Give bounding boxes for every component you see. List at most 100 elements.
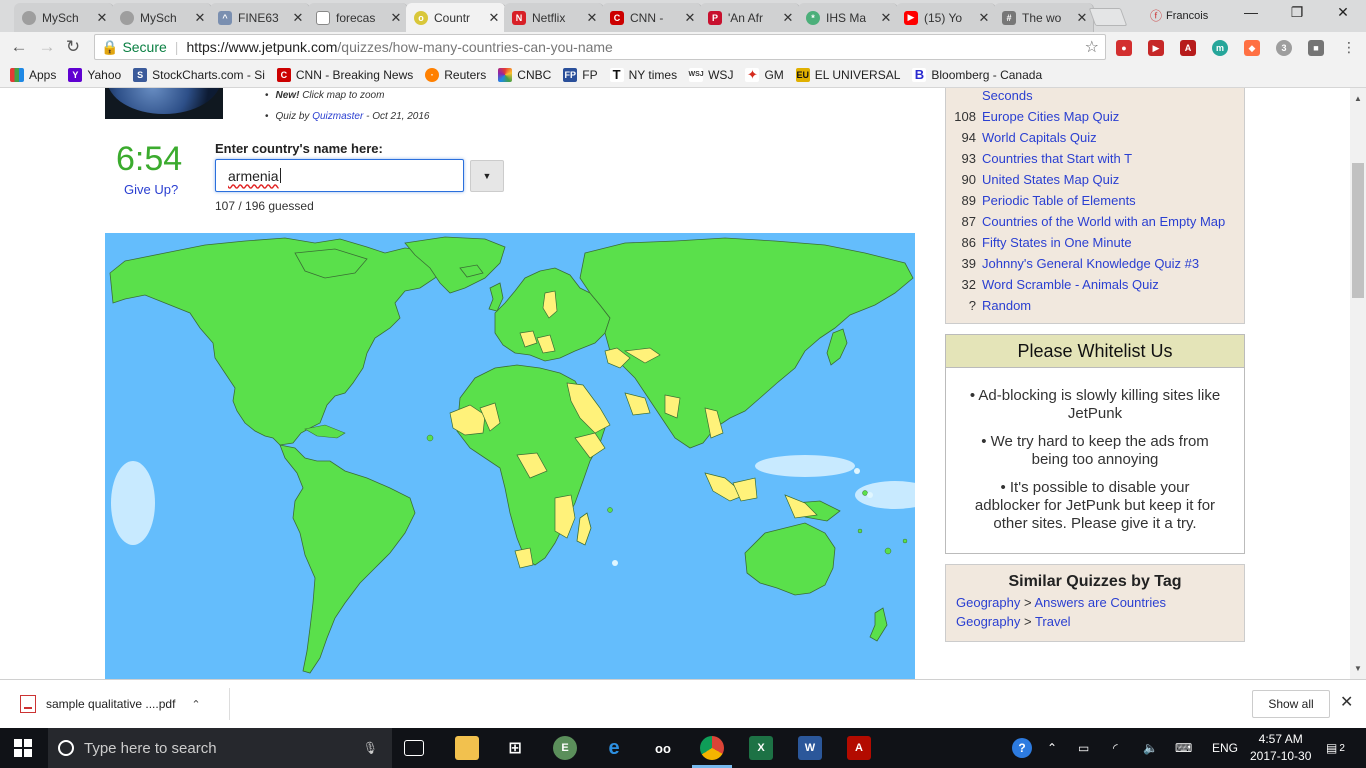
back-arrow-icon[interactable]: ← [8, 37, 30, 57]
popular-quiz-row[interactable]: 39 Johnny's General Knowledge Quiz #3 [946, 256, 1246, 277]
popular-quiz-row[interactable]: 32 Word Scramble - Animals Quiz [946, 277, 1246, 298]
minimize-button[interactable]: — [1228, 4, 1274, 26]
bookmark-eluniversal[interactable]: EU EL UNIVERSAL [795, 67, 900, 82]
scroll-up-arrow-icon[interactable]: ▲ [1354, 94, 1362, 103]
tripadvisor-icon[interactable]: oo [651, 736, 675, 760]
tray-chevron-up-icon[interactable]: ⌃ [1047, 728, 1057, 768]
windows-start-icon[interactable] [14, 739, 32, 760]
language-indicator[interactable]: ENG [1212, 728, 1238, 768]
microphone-icon[interactable]: 🎙 [363, 741, 378, 755]
bookmark-nytimes[interactable]: T NY times [609, 67, 677, 82]
browser-tab[interactable]: ^ FINE63 ✕ [210, 3, 310, 32]
random-quiz-row[interactable]: ? Random [946, 298, 1246, 319]
new-zealand-land[interactable] [869, 607, 888, 642]
browser-tab[interactable]: # The wo ✕ [994, 3, 1094, 32]
chevron-up-icon[interactable]: ⌃ [191, 698, 200, 711]
evernote-icon[interactable]: E [553, 736, 577, 760]
popular-quiz-row[interactable]: 90 United States Map Quiz [946, 172, 1246, 193]
edge-icon[interactable]: e [602, 736, 626, 760]
tag-link[interactable]: Geography [956, 595, 1020, 610]
extension-shield-icon[interactable]: ◆ [1244, 40, 1260, 56]
tab-close-icon[interactable]: ✕ [781, 10, 795, 26]
extension-play-icon[interactable]: ▶ [1148, 40, 1164, 56]
popular-quiz-row[interactable]: 87 Countries of the World with an Empty M… [946, 214, 1246, 235]
popular-quiz-row[interactable]: Seconds [946, 88, 1246, 109]
author-link[interactable]: Quizmaster [312, 111, 363, 122]
unguessed-country[interactable] [554, 494, 576, 539]
bookmark-reuters[interactable]: · Reuters [425, 67, 486, 82]
scroll-down-arrow-icon[interactable]: ▼ [1354, 664, 1362, 673]
world-map[interactable] [105, 233, 915, 679]
tab-close-icon[interactable]: ✕ [95, 10, 109, 26]
tab-close-icon[interactable]: ✕ [291, 10, 305, 26]
browser-tab[interactable]: ▶ (15) Yo ✕ [896, 3, 996, 32]
extension-m-icon[interactable]: m [1212, 40, 1228, 56]
file-explorer-icon[interactable] [455, 736, 479, 760]
battery-icon[interactable]: ▭ [1078, 728, 1089, 768]
bookmark-cnn[interactable]: C CNN - Breaking News [276, 67, 413, 82]
download-item[interactable]: sample qualitative ....pdf ⌃ [10, 688, 230, 720]
tab-close-icon[interactable]: ✕ [879, 10, 893, 26]
world-map-svg[interactable] [105, 233, 915, 679]
extension-puzzle-icon[interactable]: ■ [1308, 40, 1324, 56]
browser-tab[interactable]: * IHS Ma ✕ [798, 3, 898, 32]
browser-tab[interactable]: MySch ✕ [112, 3, 212, 32]
bookmark-star-icon[interactable]: ☆ [1085, 37, 1099, 57]
word-icon[interactable]: W [798, 736, 822, 760]
tab-close-icon[interactable]: ✕ [193, 10, 207, 26]
restore-button[interactable]: ❐ [1274, 4, 1320, 26]
japan-land[interactable] [826, 328, 848, 366]
bookmark-cnbc[interactable]: CNBC [498, 67, 551, 82]
wifi-icon[interactable]: ◜ [1113, 728, 1118, 768]
south-america-land[interactable] [279, 444, 416, 674]
browser-tab[interactable]: C CNN - ✕ [602, 3, 702, 32]
chrome-menu-icon[interactable]: ⋮ [1338, 37, 1360, 57]
secure-indicator[interactable]: 🔒 Secure [101, 39, 167, 56]
browser-tab[interactable]: forecas ✕ [308, 3, 408, 32]
tab-close-icon[interactable]: ✕ [977, 10, 991, 26]
taskbar-clock[interactable]: 4:57 AM 2017-10-30 [1250, 731, 1311, 765]
bookmark-gm[interactable]: ✦ GM [745, 67, 784, 82]
address-bar[interactable]: 🔒 Secure | https://www.jetpunk.com/quizze… [94, 34, 1106, 60]
store-icon[interactable]: ⊞ [503, 736, 527, 760]
new-tab-button[interactable] [1088, 8, 1128, 26]
scroll-thumb[interactable] [1352, 163, 1364, 298]
subtag-link[interactable]: Answers are Countries [1034, 595, 1166, 610]
asia-land[interactable] [579, 237, 914, 449]
answer-input[interactable]: armenia [215, 159, 464, 192]
chrome-icon[interactable] [700, 736, 724, 760]
bookmark-stockcharts[interactable]: S StockCharts.com - Si [133, 67, 265, 82]
extension-pdf-icon[interactable]: A [1180, 40, 1196, 56]
popular-quiz-row[interactable]: 93 Countries that Start with T [946, 151, 1246, 172]
volume-icon[interactable]: 🔈 [1143, 728, 1158, 768]
bookmark-wsj[interactable]: WSJ WSJ [689, 67, 733, 82]
popular-quiz-row[interactable]: 94 World Capitals Quiz [946, 130, 1246, 151]
tab-close-icon[interactable]: ✕ [683, 10, 697, 26]
reload-icon[interactable]: ↻ [62, 37, 84, 57]
unguessed-country[interactable] [624, 392, 651, 416]
tag-link[interactable]: Geography [956, 614, 1020, 629]
task-view-icon[interactable] [404, 740, 424, 756]
help-icon[interactable]: ? [1012, 728, 1032, 768]
close-downloads-icon[interactable]: ✕ [1340, 692, 1353, 712]
browser-tab[interactable]: P 'An Afr ✕ [700, 3, 800, 32]
keyboard-icon[interactable]: ⌨ [1175, 728, 1192, 768]
tab-close-icon[interactable]: ✕ [389, 10, 403, 26]
excel-icon[interactable]: X [749, 736, 773, 760]
show-all-downloads-button[interactable]: Show all [1252, 690, 1330, 718]
taskbar-search-box[interactable]: Type here to search 🎙 [48, 728, 392, 768]
tab-close-icon[interactable]: ✕ [585, 10, 599, 26]
forward-arrow-icon[interactable]: → [36, 37, 58, 57]
profile-button[interactable]: ⓕ Francois [1150, 7, 1208, 24]
tab-close-icon[interactable]: ✕ [487, 10, 501, 26]
tab-close-icon[interactable]: ✕ [1075, 10, 1089, 26]
page-scrollbar[interactable]: ▲ ▼ [1350, 88, 1366, 679]
unguessed-country[interactable] [514, 547, 534, 569]
browser-tab[interactable]: N Netflix ✕ [504, 3, 604, 32]
australia-land[interactable] [744, 522, 836, 596]
north-america-land[interactable] [109, 237, 446, 446]
extension-adblock-icon[interactable]: ● [1116, 40, 1132, 56]
close-window-button[interactable]: ✕ [1320, 4, 1366, 26]
browser-tab-active[interactable]: o Countr ✕ [406, 3, 506, 32]
madagascar-land[interactable] [576, 512, 592, 546]
